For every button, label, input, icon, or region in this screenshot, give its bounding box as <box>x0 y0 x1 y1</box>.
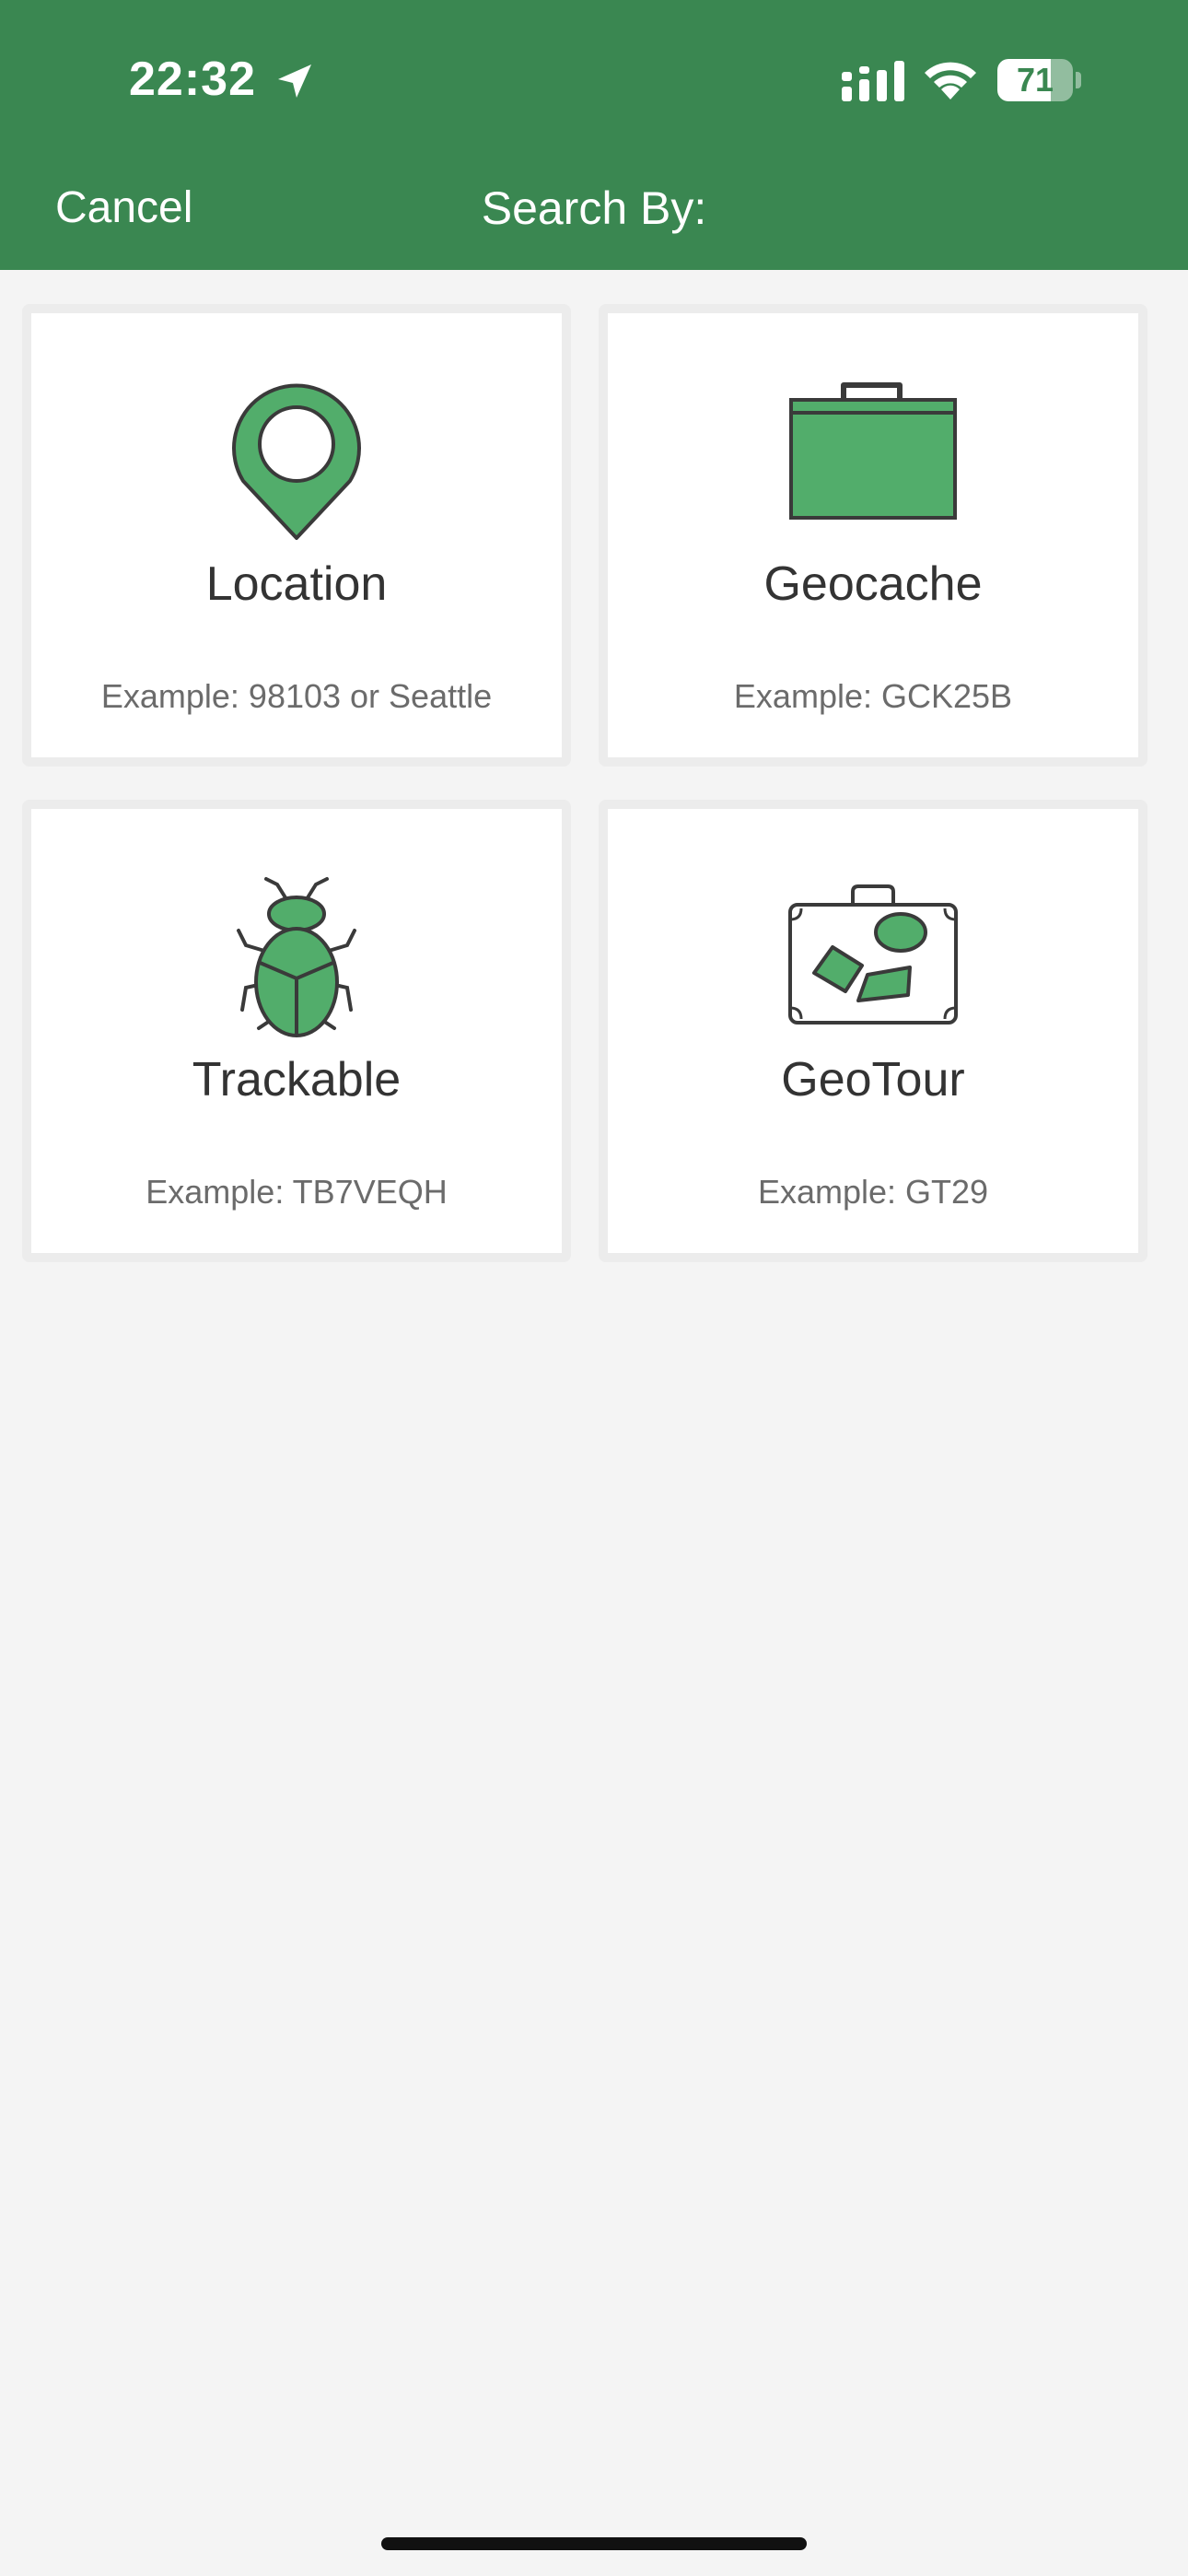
option-title: Geocache <box>763 557 983 611</box>
search-option-geotour[interactable]: GeoTour Example: GT29 <box>599 800 1147 1262</box>
option-example: Example: GCK25B <box>733 677 1013 715</box>
search-option-trackable[interactable]: Trackable Example: TB7VEQH <box>22 800 571 1262</box>
map-pin-icon <box>232 383 361 540</box>
option-title: GeoTour <box>781 1053 965 1107</box>
search-option-geocache[interactable]: Geocache Example: GCK25B <box>599 304 1147 767</box>
option-title: Location <box>205 557 388 611</box>
suitcase-icon <box>788 884 958 1025</box>
wifi-icon <box>925 62 976 100</box>
search-option-location[interactable]: Location Example: 98103 or Seattle <box>22 304 571 767</box>
battery-icon: 71 <box>997 59 1073 101</box>
option-example: Example: 98103 or Seattle <box>100 677 493 715</box>
home-indicator[interactable] <box>381 2537 807 2550</box>
option-example: Example: TB7VEQH <box>146 1173 448 1211</box>
battery-percent: 71 <box>1016 61 1054 99</box>
cache-box-icon <box>789 382 957 520</box>
option-example: Example: GT29 <box>757 1173 989 1211</box>
cellular-signal-icon <box>842 61 904 101</box>
option-title: Trackable <box>192 1053 402 1107</box>
bug-icon <box>237 877 356 1037</box>
location-arrow-icon <box>278 64 311 98</box>
nav-header: 22:32 71 Cancel Search By: <box>0 0 1188 270</box>
page-title: Search By: <box>481 182 707 234</box>
battery-nub <box>1076 72 1081 88</box>
status-time: 22:32 <box>129 53 256 106</box>
